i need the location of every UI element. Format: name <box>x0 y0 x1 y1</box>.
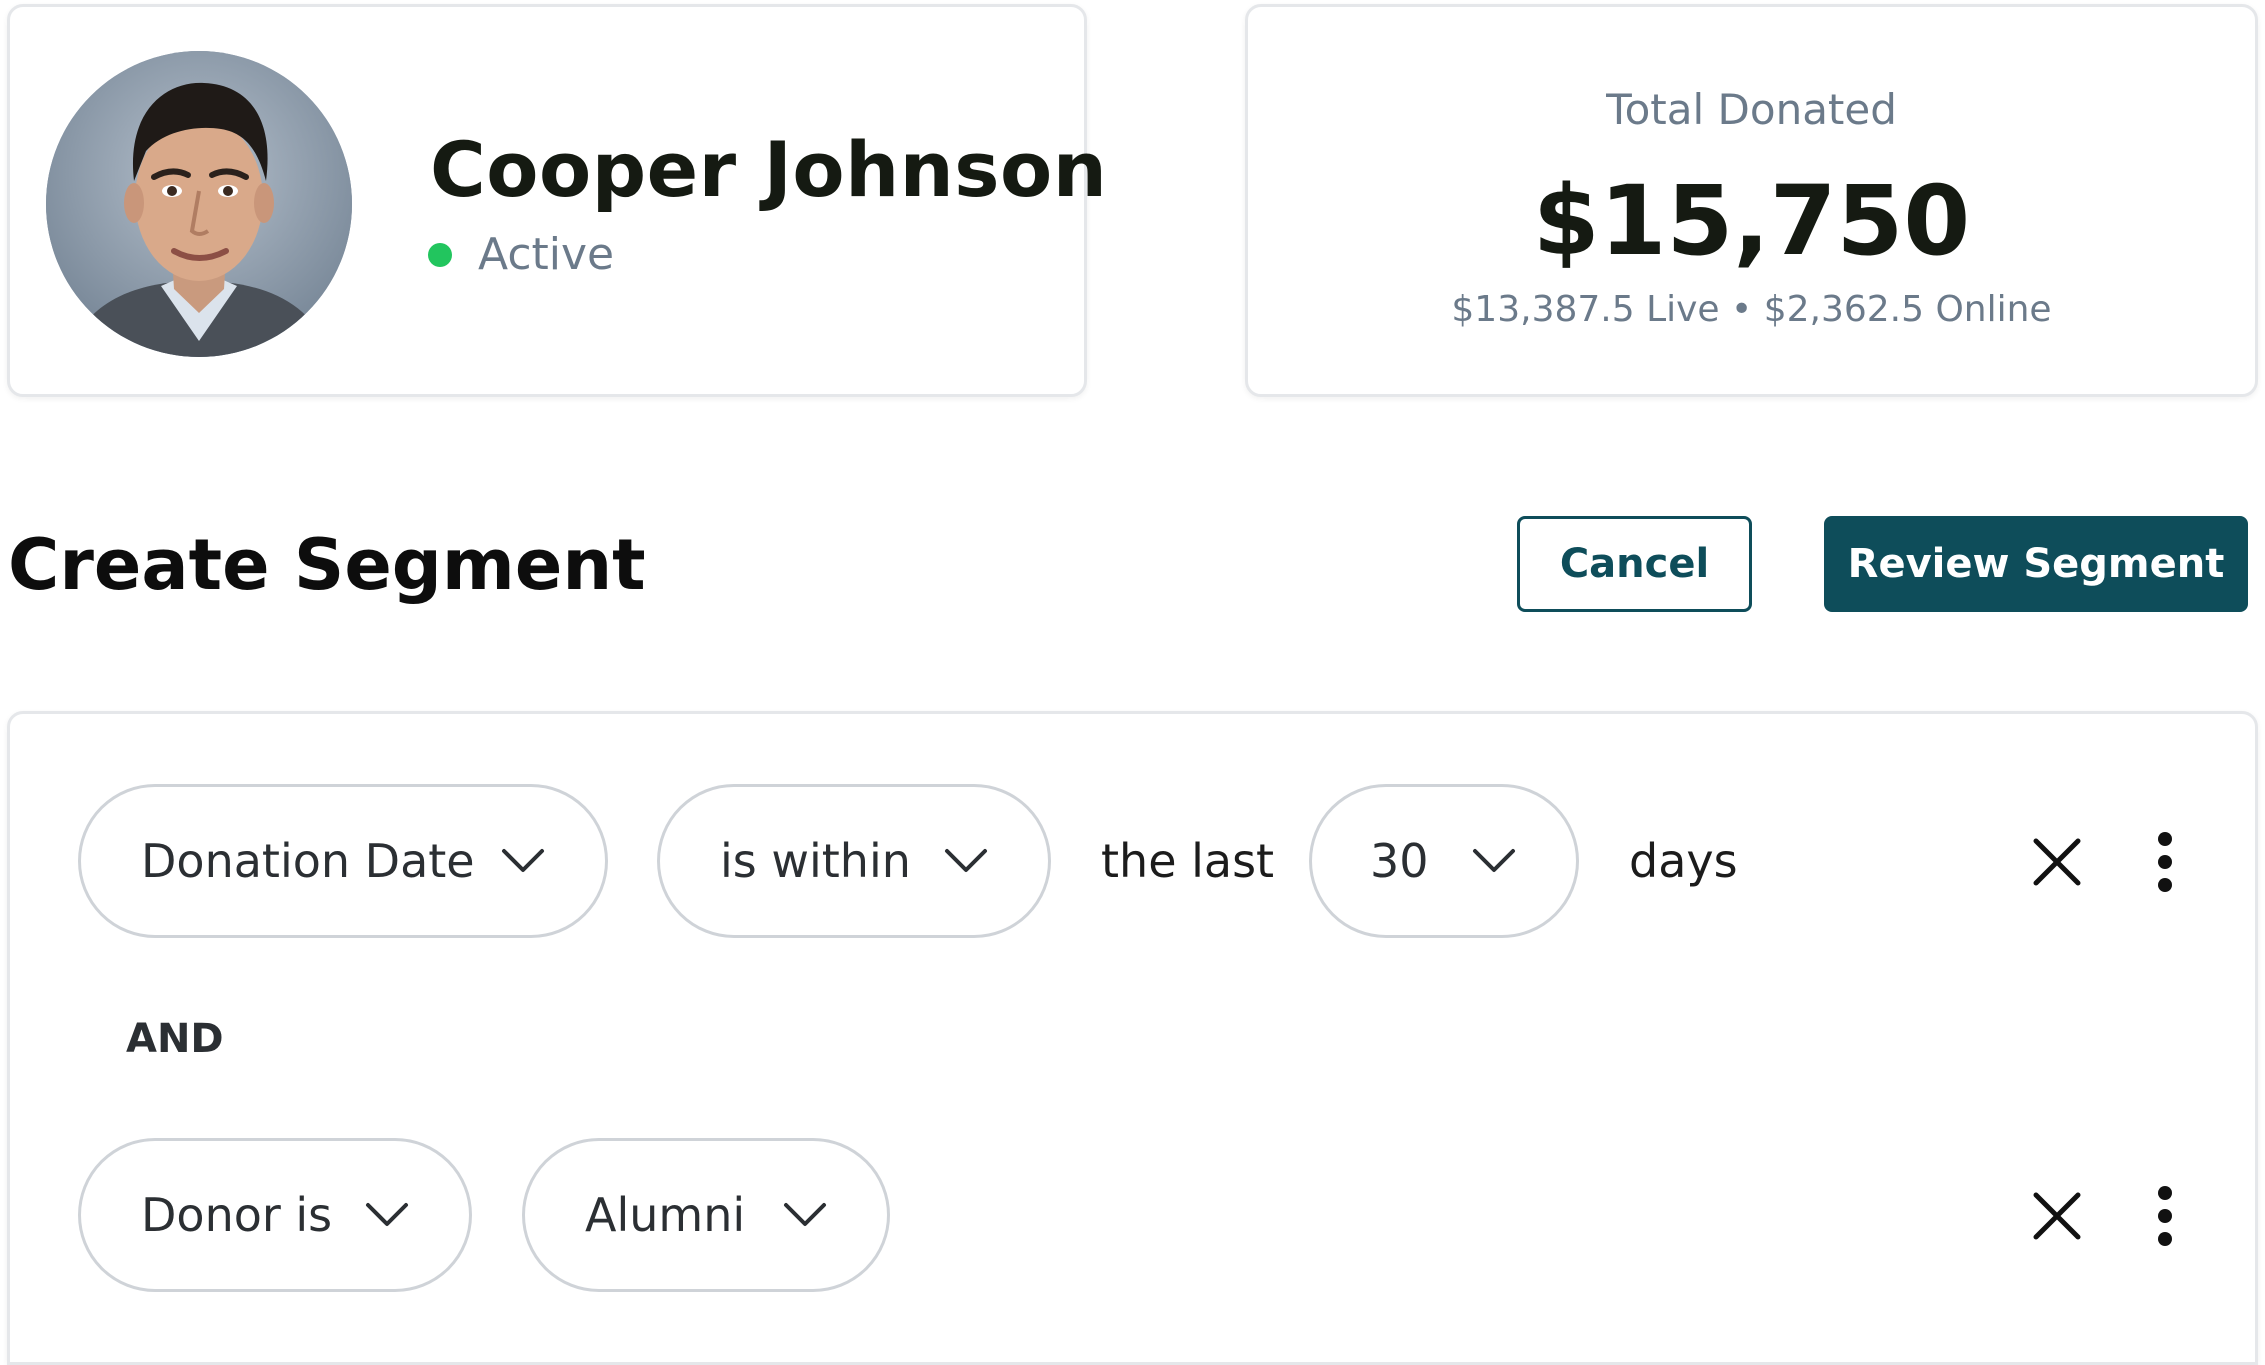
remove-rule-button[interactable] <box>2027 832 2087 892</box>
close-icon <box>2033 838 2081 886</box>
rule-field-value: Donor is <box>141 1188 333 1242</box>
donor-name: Cooper Johnson <box>430 125 1108 214</box>
cancel-button[interactable]: Cancel <box>1517 516 1752 612</box>
remove-rule-button[interactable] <box>2027 1186 2087 1246</box>
chevron-down-icon <box>945 849 987 872</box>
rule-operator-select[interactable]: is within <box>657 784 1051 938</box>
review-segment-button[interactable]: Review Segment <box>1824 516 2248 612</box>
rule-text-after: days <box>1629 834 1738 888</box>
total-donated-label: Total Donated <box>1606 85 1897 134</box>
chevron-down-icon <box>1473 849 1515 872</box>
total-donated-amount: $15,750 <box>1532 165 1971 277</box>
kebab-menu-icon <box>2158 832 2172 892</box>
kebab-menu-icon <box>2158 1186 2172 1246</box>
status-dot-icon <box>428 242 452 267</box>
rule-field-select[interactable]: Donation Date <box>78 784 608 938</box>
chevron-down-icon <box>366 1203 408 1226</box>
rule-text-before: the last <box>1101 834 1275 888</box>
status-text: Active <box>478 229 615 280</box>
avatar <box>46 51 352 357</box>
rule-connector: AND <box>126 1016 224 1062</box>
page-title: Create Segment <box>8 524 646 606</box>
rule-value-select[interactable]: 30 <box>1309 784 1579 938</box>
rule-operator-value: is within <box>720 834 911 888</box>
rule-field-value: Donation Date <box>141 834 475 888</box>
chevron-down-icon <box>784 1203 826 1226</box>
rule-more-button[interactable] <box>2135 832 2195 892</box>
donor-profile-card: Cooper Johnson Active <box>7 4 1107 397</box>
rule-value: 30 <box>1370 834 1429 888</box>
page: Cooper Johnson Active Total Donated $15,… <box>0 0 2265 1365</box>
donation-breakdown: $13,387.5 Live • $2,362.5 Online <box>1451 289 2052 330</box>
rule-value: Alumni <box>585 1188 746 1242</box>
donation-summary-card: Total Donated $15,750 $13,387.5 Live • $… <box>1245 4 2258 397</box>
status-indicator: Active <box>428 229 614 280</box>
rule-field-select[interactable]: Donor is <box>78 1138 472 1292</box>
chevron-down-icon <box>502 849 544 872</box>
rule-more-button[interactable] <box>2135 1186 2195 1246</box>
close-icon <box>2033 1192 2081 1240</box>
rule-value-select[interactable]: Alumni <box>522 1138 890 1292</box>
